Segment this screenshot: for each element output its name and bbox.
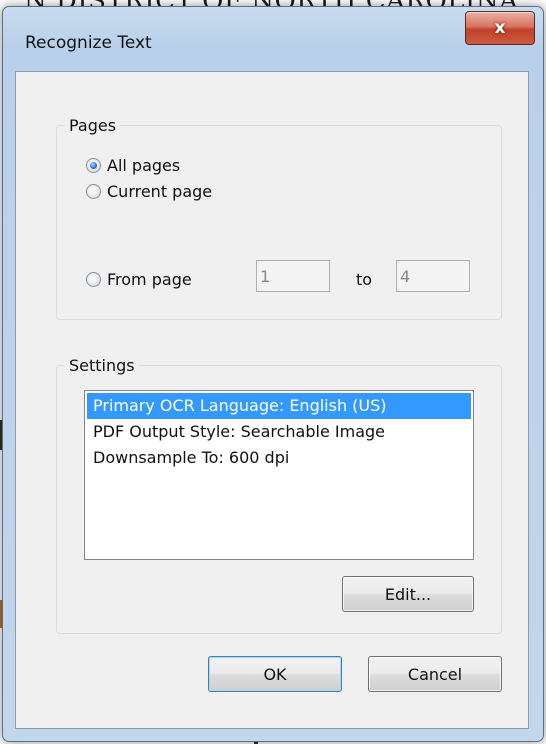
dialog-title: Recognize Text xyxy=(25,33,152,53)
close-button[interactable]: x xyxy=(465,11,535,45)
radio-all-pages[interactable]: All pages xyxy=(86,156,180,175)
radio-from-page[interactable]: From page xyxy=(86,270,192,289)
edit-button-label: Edit... xyxy=(384,584,432,604)
cancel-button[interactable]: Cancel xyxy=(368,656,502,692)
settings-listbox[interactable]: Primary OCR Language: English (US) PDF O… xyxy=(84,390,474,560)
radio-button-icon[interactable] xyxy=(86,272,101,287)
ok-button[interactable]: OK xyxy=(208,656,342,692)
title-bar[interactable]: Recognize Text x xyxy=(3,7,543,71)
radio-from-page-label: From page xyxy=(107,270,192,289)
cancel-button-label: Cancel xyxy=(407,664,463,684)
settings-item-ocr-language[interactable]: Primary OCR Language: English (US) xyxy=(87,393,471,419)
settings-item-output-style[interactable]: PDF Output Style: Searchable Image xyxy=(87,419,471,445)
settings-item-downsample[interactable]: Downsample To: 600 dpi xyxy=(87,445,471,471)
from-page-input[interactable] xyxy=(256,260,330,292)
ok-button-label: OK xyxy=(263,664,287,684)
pages-legend: Pages xyxy=(69,116,117,135)
edit-button[interactable]: Edit... xyxy=(342,576,474,612)
settings-legend: Settings xyxy=(69,356,135,375)
radio-button-icon[interactable] xyxy=(86,184,101,199)
radio-current-page[interactable]: Current page xyxy=(86,182,212,201)
radio-all-pages-label: All pages xyxy=(107,156,181,175)
recognize-text-dialog: Recognize Text x Pages All pages Current… xyxy=(2,6,544,742)
dialog-body: Pages All pages Current page From page t… xyxy=(15,71,529,729)
radio-current-page-label: Current page xyxy=(107,182,213,201)
close-icon: x xyxy=(494,18,506,38)
radio-button-icon[interactable] xyxy=(86,158,101,173)
to-page-input[interactable] xyxy=(396,260,470,292)
to-label: to xyxy=(356,270,373,289)
